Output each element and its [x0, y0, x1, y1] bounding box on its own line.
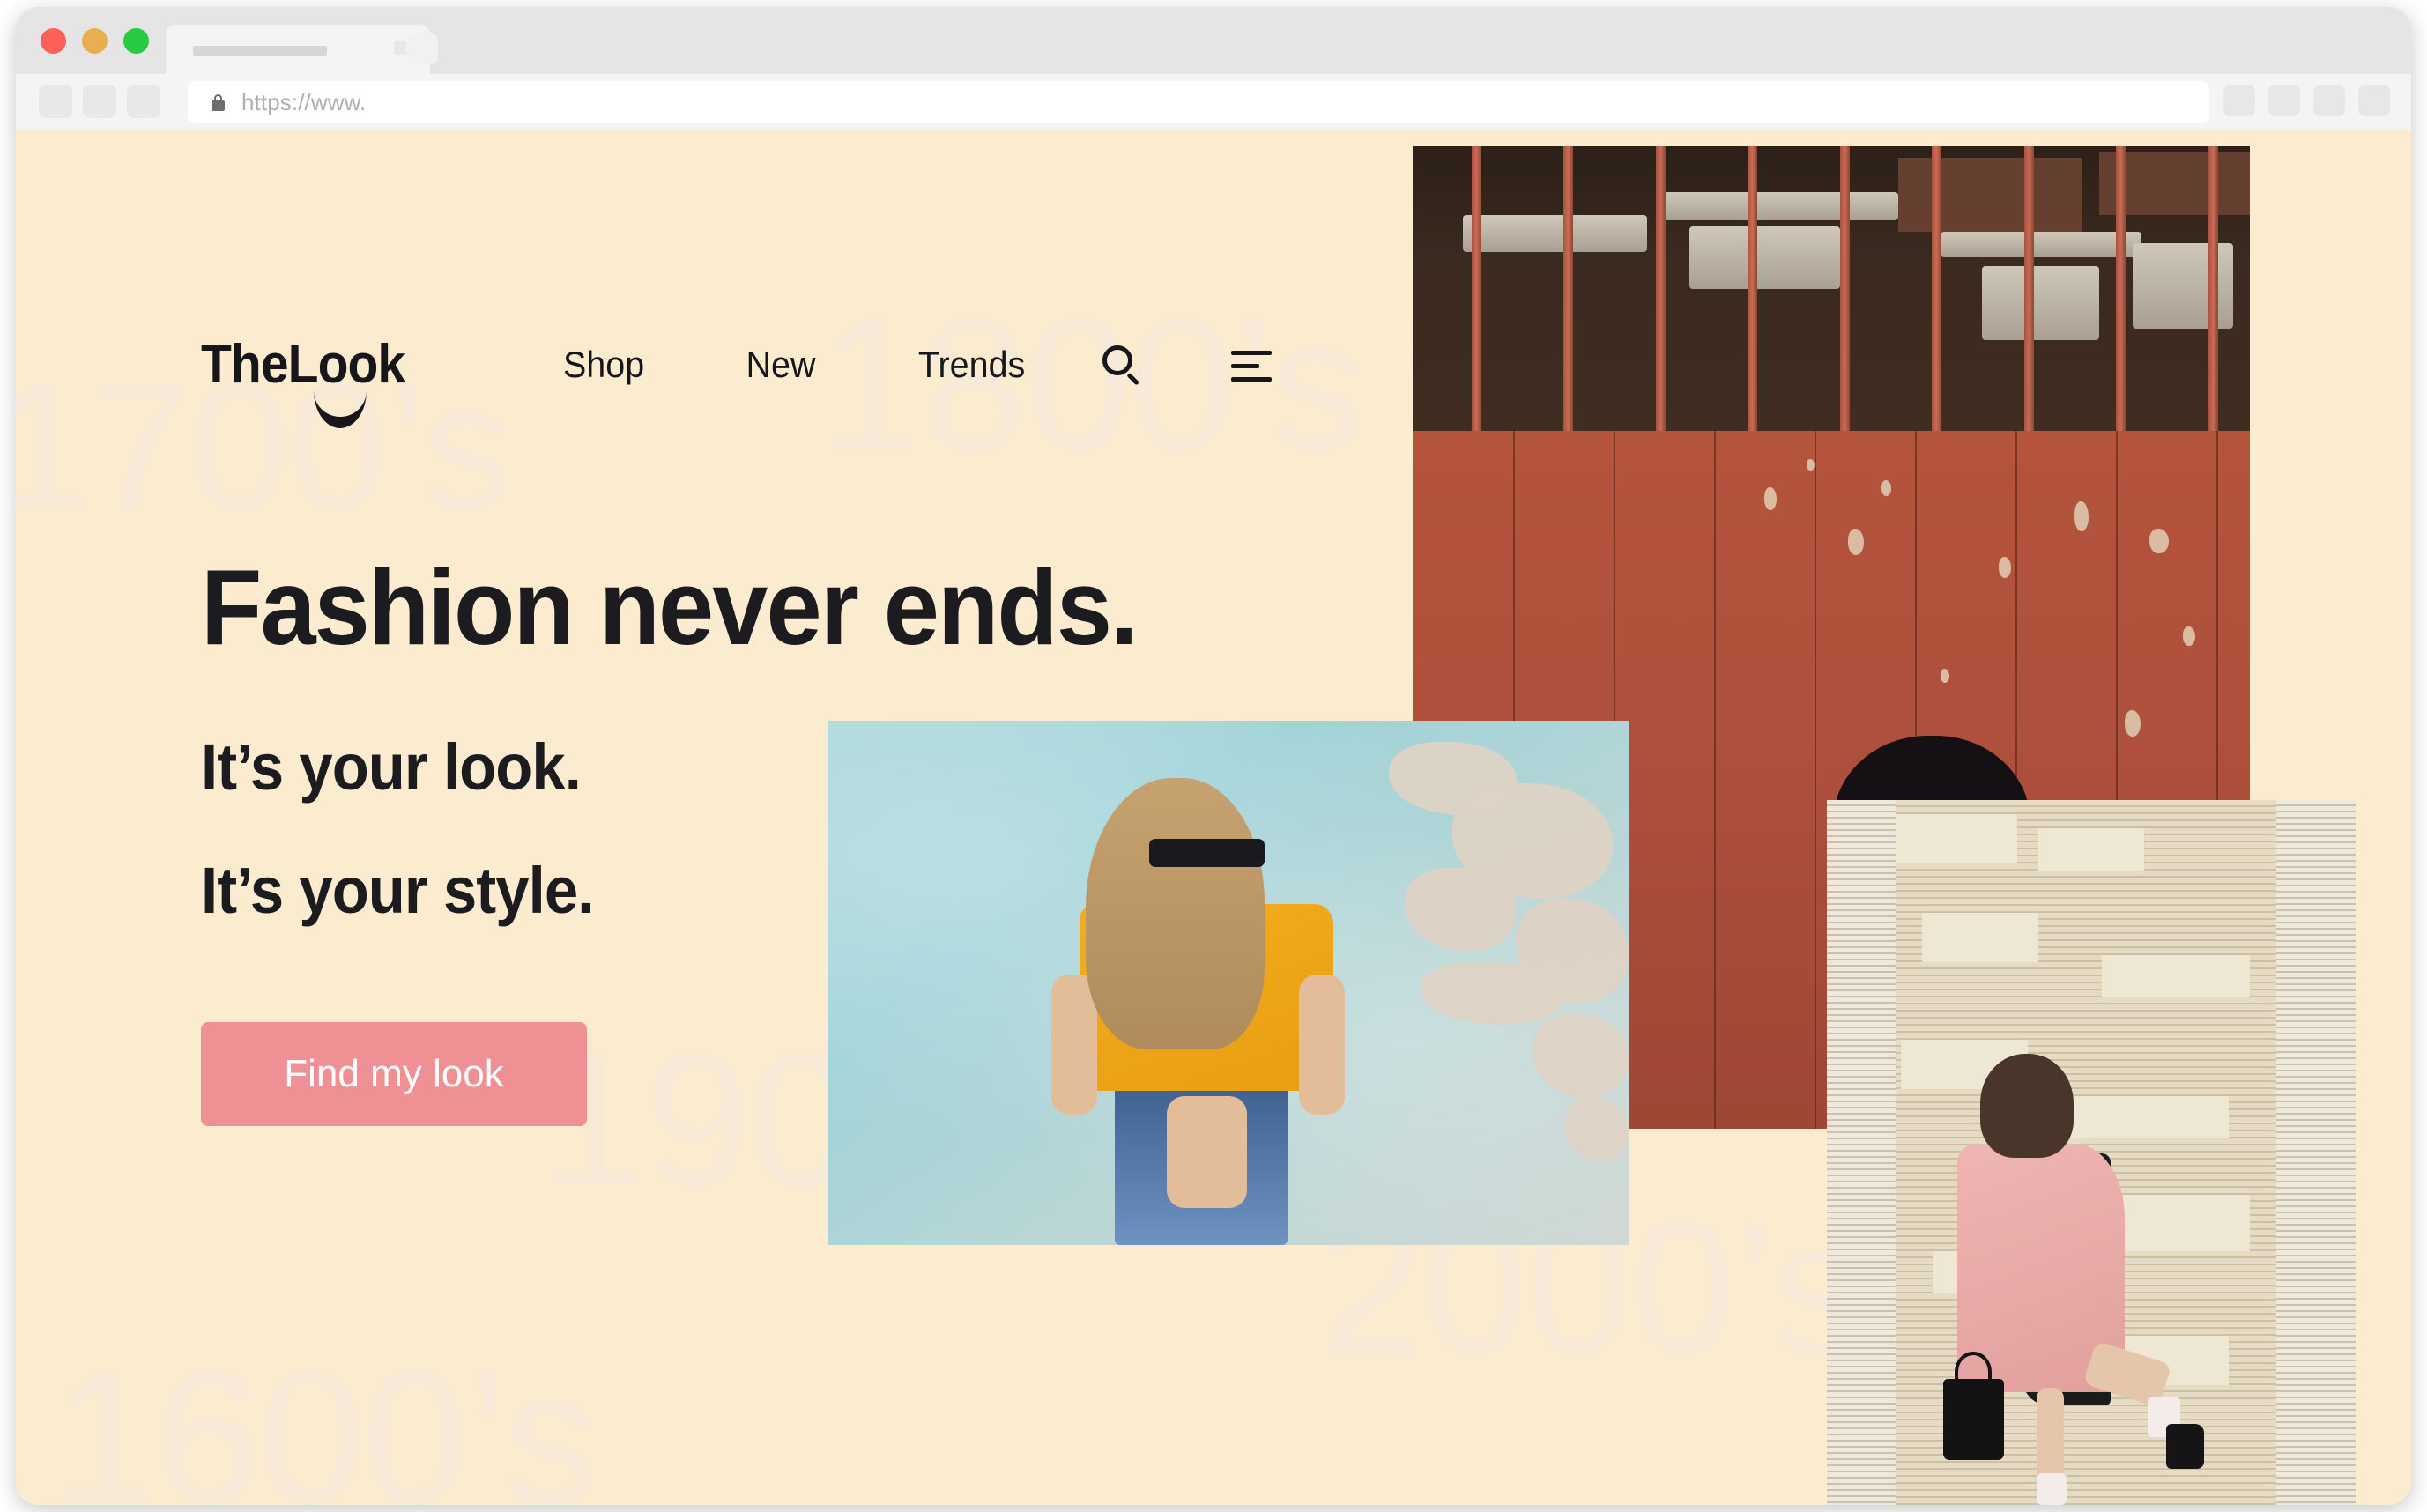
browser-nav-buttons [39, 85, 160, 118]
maximize-window-button[interactable] [123, 28, 149, 54]
hamburger-menu-icon[interactable] [1231, 351, 1273, 384]
hero-headline: Fashion never ends. [201, 547, 1139, 667]
pink-photo-model [1943, 1054, 2204, 1505]
nav-item-shop[interactable]: Shop [563, 344, 644, 386]
reload-button[interactable] [127, 85, 160, 118]
find-my-look-button[interactable]: Find my look [201, 1022, 587, 1126]
url-text: https://www. [241, 88, 367, 115]
toolbar-action-3[interactable] [2313, 85, 2345, 116]
window-controls [41, 28, 149, 54]
screenshot-root: https://www. 1700’s 1800’s 1900 2000’s 1… [0, 0, 2427, 1512]
address-bar[interactable]: https://www. [188, 81, 2209, 123]
back-button[interactable] [39, 85, 72, 118]
nav-item-new[interactable]: New [746, 344, 816, 386]
site-logo[interactable]: TheLook [201, 333, 405, 396]
forward-button[interactable] [83, 85, 116, 118]
browser-tab[interactable] [166, 25, 430, 74]
lock-icon [212, 93, 225, 111]
site-navigation: TheLook Shop New Trends [16, 130, 2411, 428]
toolbar-action-1[interactable] [2223, 85, 2255, 116]
nav-item-trends[interactable]: Trends [918, 344, 1025, 386]
new-tab-button[interactable] [406, 33, 438, 64]
close-window-button[interactable] [41, 28, 66, 54]
watermark-1600s: 1600’s [51, 1330, 597, 1505]
browser-toolbar: https://www. [16, 74, 2411, 130]
hero-subline-2: It’s your style. [201, 854, 594, 927]
hero-copy: Fashion never ends. It’s your look. It’s… [201, 553, 1207, 923]
toolbar-action-4[interactable] [2358, 85, 2390, 116]
close-tab-icon[interactable] [394, 41, 407, 55]
page-viewport: 1700’s 1800’s 1900 2000’s 1600’s TheLook… [16, 130, 2411, 1505]
browser-window: https://www. 1700’s 1800’s 1900 2000’s 1… [16, 7, 2411, 1505]
minimize-window-button[interactable] [82, 28, 108, 54]
photo-model-pink-coat [1827, 800, 2356, 1505]
nav-links: Shop New Trends [560, 342, 1273, 388]
toolbar-action-2[interactable] [2268, 85, 2300, 116]
browser-titlebar [16, 7, 2411, 74]
browser-toolbar-actions [2223, 85, 2390, 116]
search-icon[interactable] [1102, 345, 1145, 388]
tab-title-placeholder [193, 46, 327, 56]
hero-subline-1: It’s your look. [201, 730, 582, 804]
